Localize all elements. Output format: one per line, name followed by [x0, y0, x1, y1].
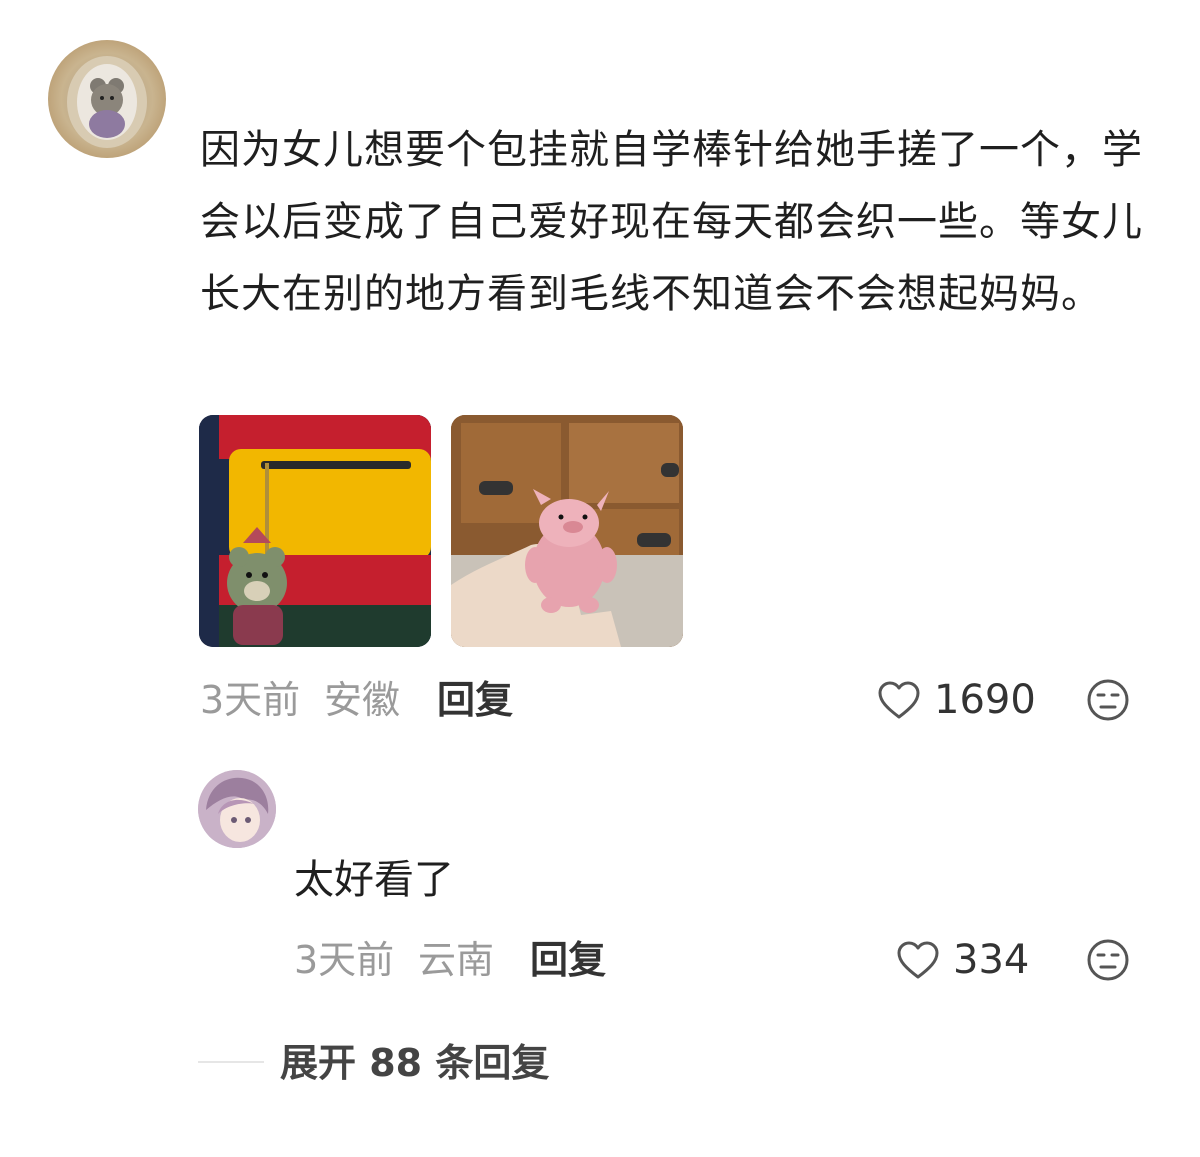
like-count: 1690 — [934, 677, 1036, 723]
comment-text: 因为女儿想要个包挂就自学棒针给她手搓了一个，学会以后变成了自己爱好现在每天都会织… — [200, 127, 1143, 317]
heart-icon — [897, 941, 939, 979]
knitted-bear-keychain-photo-icon — [199, 415, 431, 647]
comment-time: 3天前 — [200, 678, 301, 722]
commenter-avatar[interactable] — [48, 40, 166, 158]
comment-photo-1[interactable] — [199, 415, 431, 647]
neutral-face-icon — [1087, 679, 1129, 721]
expand-replies-link[interactable]: 展开 88 条回复 — [280, 1040, 549, 1086]
knitted-bear-avatar-icon — [67, 56, 147, 148]
reply-like-count: 334 — [953, 937, 1030, 983]
knitted-pig-photo-icon — [451, 415, 683, 647]
like-button[interactable] — [876, 678, 922, 722]
neutral-face-icon — [1087, 939, 1129, 981]
reply-dislike-button[interactable] — [1086, 938, 1130, 982]
comment-photo-2[interactable] — [451, 415, 683, 647]
expand-divider — [198, 1061, 264, 1063]
reply-text: 太好看了 — [294, 857, 454, 903]
reply-avatar[interactable] — [198, 770, 276, 848]
comment-location: 安徽 — [324, 678, 401, 722]
reply-like-button[interactable] — [895, 938, 941, 982]
dislike-button[interactable] — [1086, 678, 1130, 722]
anime-avatar-icon — [198, 770, 276, 848]
reply-reply-button[interactable]: 回复 — [530, 938, 606, 982]
reply-button[interactable]: 回复 — [437, 678, 513, 722]
reply-time: 3天前 — [294, 938, 395, 982]
heart-icon — [878, 681, 920, 719]
reply-location: 云南 — [418, 938, 495, 982]
